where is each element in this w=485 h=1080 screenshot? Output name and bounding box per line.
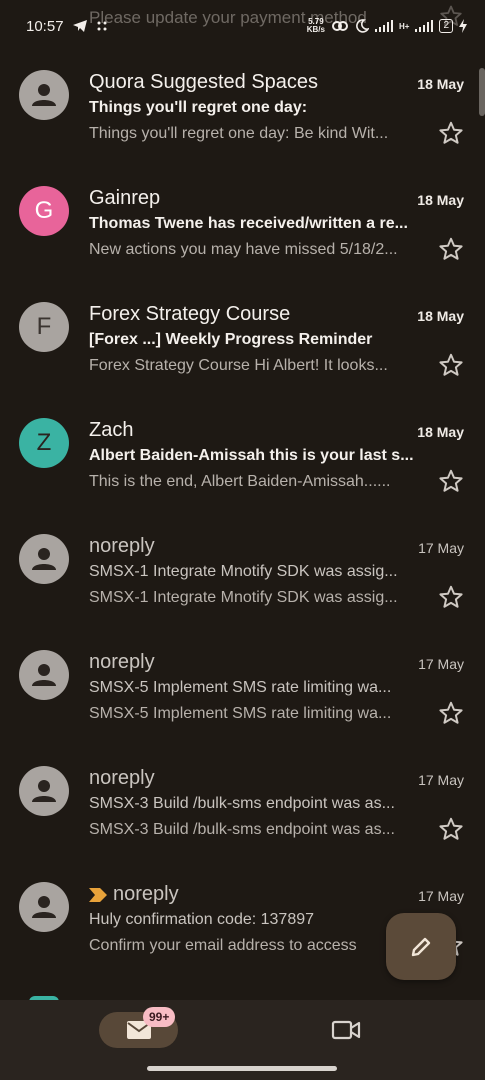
email-subject: SMSX-5 Implement SMS rate limiting wa... xyxy=(89,679,392,696)
avatar-letter: Z xyxy=(36,429,52,456)
email-snippet: SMSX-1 Integrate Mnotify SDK was assig..… xyxy=(89,589,398,606)
email-subject: [Forex ...] Weekly Progress Reminder xyxy=(89,331,373,348)
email-date: 17 May xyxy=(418,540,464,556)
status-left: 10:57 xyxy=(26,18,108,35)
email-sender: Zach xyxy=(89,419,134,441)
email-sender: noreply xyxy=(113,883,179,905)
star-icon[interactable] xyxy=(438,700,464,726)
email-snippet: Forex Strategy Course Hi Albert! It look… xyxy=(89,357,388,374)
star-icon[interactable] xyxy=(438,584,464,610)
email-snippet: Things you'll regret one day: Be kind Wi… xyxy=(89,125,389,142)
email-row[interactable]: G Gainrep 18 May Thomas Twene has receiv… xyxy=(0,174,485,290)
avatar-letter: G xyxy=(34,197,54,224)
email-sender: noreply xyxy=(89,535,155,557)
email-subject: SMSX-1 Integrate Mnotify SDK was assig..… xyxy=(89,563,398,580)
person-icon xyxy=(32,780,56,802)
bottom-navigation: 99+ xyxy=(0,1000,485,1080)
email-sender-container: noreply xyxy=(89,883,179,906)
avatar[interactable] xyxy=(19,534,69,584)
email-sender: Forex Strategy Course xyxy=(89,303,291,325)
email-row[interactable]: noreply 17 May SMSX-5 Implement SMS rate… xyxy=(0,638,485,754)
email-subject: SMSX-3 Build /bulk-sms endpoint was as..… xyxy=(89,795,395,812)
person-icon xyxy=(32,84,56,106)
star-icon[interactable] xyxy=(438,468,464,494)
star-icon[interactable] xyxy=(438,236,464,262)
network-speed: 5.79 KB/s xyxy=(307,18,325,34)
avatar[interactable]: F xyxy=(19,302,69,352)
star-icon[interactable] xyxy=(438,816,464,842)
email-snippet: SMSX-3 Build /bulk-sms endpoint was as..… xyxy=(89,821,395,838)
star-icon[interactable] xyxy=(438,120,464,146)
email-sender: noreply xyxy=(89,767,155,789)
more-dots-icon xyxy=(97,21,107,31)
compose-button[interactable] xyxy=(386,913,456,980)
email-row[interactable]: noreply 17 May SMSX-1 Integrate Mnotify … xyxy=(0,522,485,638)
importance-marker-icon[interactable] xyxy=(89,887,107,902)
email-date: 17 May xyxy=(418,888,464,904)
status-bar: 10:57 5.79 KB/s H+ 2 xyxy=(0,0,485,52)
scrollbar-thumb[interactable] xyxy=(479,68,485,116)
email-list: Quora Suggested Spaces 18 May Things you… xyxy=(0,58,485,986)
network-speed-unit: KB/s xyxy=(306,25,325,34)
avatar[interactable] xyxy=(19,766,69,816)
avatar[interactable] xyxy=(19,650,69,700)
email-date: 17 May xyxy=(418,656,464,672)
star-icon[interactable] xyxy=(438,352,464,378)
home-indicator[interactable] xyxy=(147,1066,337,1071)
email-date: 18 May xyxy=(417,192,464,208)
status-time: 10:57 xyxy=(26,17,64,35)
avatar-letter: F xyxy=(36,313,52,340)
email-subject: Thomas Twene has received/written a re..… xyxy=(89,215,408,232)
pencil-icon xyxy=(411,937,431,956)
person-icon xyxy=(32,664,56,686)
charging-icon xyxy=(459,19,467,33)
email-snippet: SMSX-5 Implement SMS rate limiting wa... xyxy=(89,705,392,722)
email-sender: Gainrep xyxy=(89,187,161,209)
email-date: 18 May xyxy=(417,308,464,324)
email-date: 17 May xyxy=(418,772,464,788)
email-snippet: Confirm your email address to access xyxy=(89,937,357,954)
link-icon xyxy=(331,21,348,31)
person-icon xyxy=(32,548,56,570)
video-camera-icon[interactable] xyxy=(331,1018,361,1042)
email-date: 18 May xyxy=(417,76,464,92)
email-subject: Huly confirmation code: 137897 xyxy=(89,911,315,928)
email-snippet: New actions you may have missed 5/18/2..… xyxy=(89,241,398,258)
unread-badge: 99+ xyxy=(143,1007,176,1027)
status-right: 5.79 KB/s H+ 2 xyxy=(307,18,467,34)
email-row[interactable]: Quora Suggested Spaces 18 May Things you… xyxy=(0,58,485,174)
moon-icon xyxy=(356,19,369,33)
email-date: 18 May xyxy=(417,424,464,440)
avatar[interactable] xyxy=(19,70,69,120)
email-sender: noreply xyxy=(89,651,155,673)
email-subject: Things you'll regret one day: xyxy=(89,99,308,116)
person-icon xyxy=(32,896,56,918)
telegram-icon xyxy=(72,20,87,32)
email-row[interactable]: F Forex Strategy Course 18 May [Forex ..… xyxy=(0,290,485,406)
network-type: H+ xyxy=(398,21,410,31)
avatar[interactable]: Z xyxy=(19,418,69,468)
email-sender: Quora Suggested Spaces xyxy=(89,71,319,93)
signal-icon xyxy=(374,20,393,32)
email-row[interactable]: noreply 17 May SMSX-3 Build /bulk-sms en… xyxy=(0,754,485,870)
avatar[interactable] xyxy=(19,882,69,932)
email-snippet: This is the end, Albert Baiden-Amissah..… xyxy=(89,473,391,490)
avatar[interactable]: G xyxy=(19,186,69,236)
email-row[interactable]: Z Zach 18 May Albert Baiden-Amissah this… xyxy=(0,406,485,522)
battery-indicator: 2 xyxy=(439,19,453,33)
signal-icon-2 xyxy=(415,20,434,32)
email-subject: Albert Baiden-Amissah this is your last … xyxy=(89,447,414,464)
